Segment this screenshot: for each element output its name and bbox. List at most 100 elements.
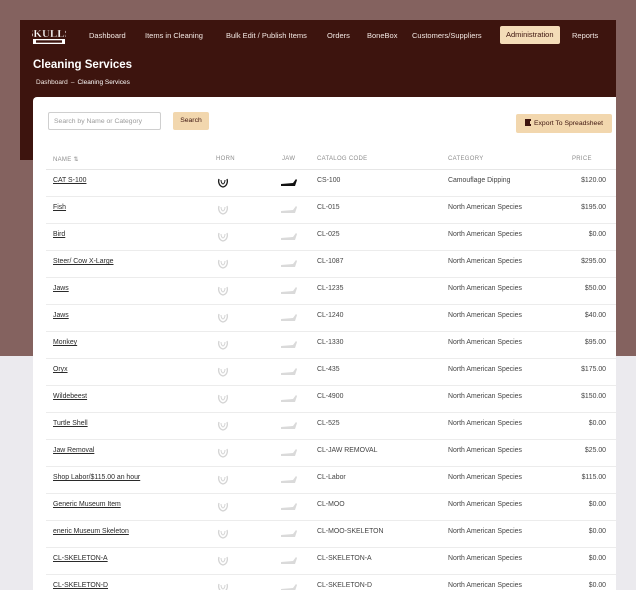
breadcrumb-dashboard[interactable]: Dashboard: [36, 79, 68, 86]
jaw-icon[interactable]: [281, 179, 298, 187]
jaw-icon[interactable]: [281, 341, 298, 349]
item-name-link[interactable]: Fish: [53, 204, 66, 211]
nav-item-orders[interactable]: Orders: [327, 28, 350, 44]
category: North American Species: [448, 528, 522, 535]
jaw-icon[interactable]: [281, 233, 298, 241]
jaw-icon[interactable]: [281, 422, 298, 430]
horn-icon[interactable]: [217, 366, 229, 378]
table-row[interactable]: eneric Museum Skeleton CL-MOO-SKELETON Nor…: [46, 521, 616, 548]
table-row[interactable]: Turtle Shell CL-525 North American Species…: [46, 413, 616, 440]
table-row[interactable]: Fish CL-015 North American Species $195.00: [46, 197, 616, 224]
table-row[interactable]: CL-SKELETON-D CL-SKELETON-D North American…: [46, 575, 616, 590]
table-row[interactable]: Shop Labor/$115.00 an hour CL-Labor North …: [46, 467, 616, 494]
catalog-code: CL-025: [317, 231, 340, 238]
horn-icon[interactable]: [217, 312, 229, 324]
horn-icon[interactable]: [217, 177, 229, 189]
catalog-code: CL-1240: [317, 312, 344, 319]
horn-icon[interactable]: [217, 528, 229, 540]
item-name-link[interactable]: Jaws: [53, 285, 69, 292]
item-name-link[interactable]: Oryx: [53, 366, 68, 373]
item-name-link[interactable]: Monkey: [53, 339, 77, 346]
table-row[interactable]: CAT S-100 CS-100 Camouflage Dipping $120.00: [46, 170, 616, 197]
horn-icon[interactable]: [217, 447, 229, 459]
price: $115.00: [581, 474, 606, 481]
table-row[interactable]: Jaws CL-1235 North American Species $50.00: [46, 278, 616, 305]
jaw-icon[interactable]: [281, 314, 298, 322]
horn-icon[interactable]: [217, 474, 229, 486]
catalog-code: CL-1235: [317, 285, 344, 292]
column-header-catalog-code: CATALOG CODE: [317, 156, 368, 162]
category: North American Species: [448, 285, 522, 292]
jaw-icon[interactable]: [281, 503, 298, 511]
nav-item-administration[interactable]: Administration: [500, 26, 560, 44]
search-input[interactable]: [48, 112, 161, 130]
catalog-code: CL-SKELETON-A: [317, 555, 372, 562]
price: $40.00: [584, 312, 606, 319]
svg-text:SKULLS: SKULLS: [32, 28, 66, 40]
table-row[interactable]: CL-SKELETON-A CL-SKELETON-A North American…: [46, 548, 616, 575]
item-name-link[interactable]: Steer/ Cow X-Large: [53, 258, 114, 265]
horn-icon[interactable]: [217, 420, 229, 432]
item-name-link[interactable]: CAT S-100: [53, 177, 86, 184]
table-row[interactable]: Wildebeest CL-4900 North American Species $…: [46, 386, 616, 413]
jaw-icon[interactable]: [281, 584, 298, 590]
catalog-code: CL-JAW REMOVAL: [317, 447, 378, 454]
item-name-link[interactable]: Turtle Shell: [53, 420, 88, 427]
item-name-link[interactable]: CL-SKELETON-A: [53, 555, 108, 562]
table-row[interactable]: Monkey CL-1330 North American Species $95.0…: [46, 332, 616, 359]
table-row[interactable]: Jaws CL-1240 North American Species $40.00: [46, 305, 616, 332]
column-header-price: PRICE: [572, 156, 592, 162]
jaw-icon[interactable]: [281, 287, 298, 295]
category: North American Species: [448, 474, 522, 481]
nav-item-bulk-edit-publish-items[interactable]: Bulk Edit / Publish Items: [226, 28, 307, 44]
item-name-link[interactable]: CL-SKELETON-D: [53, 582, 108, 589]
price: $25.00: [584, 447, 606, 454]
table-row[interactable]: Jaw Removal CL-JAW REMOVAL North American …: [46, 440, 616, 467]
nav-item-reports[interactable]: Reports: [572, 28, 598, 44]
column-header-jaw: JAW: [282, 156, 296, 162]
export-spreadsheet-button[interactable]: Export To Spreadsheet: [516, 114, 612, 133]
column-header-category: CATEGORY: [448, 156, 484, 162]
horn-icon[interactable]: [217, 555, 229, 567]
jaw-icon[interactable]: [281, 476, 298, 484]
jaw-icon[interactable]: [281, 206, 298, 214]
nav-item-customers-suppliers[interactable]: Customers/Suppliers: [412, 28, 482, 44]
horn-icon[interactable]: [217, 501, 229, 513]
item-name-link[interactable]: Shop Labor/$115.00 an hour: [53, 474, 140, 481]
catalog-code: CL-435: [317, 366, 340, 373]
item-name-link[interactable]: Wildebeest: [53, 393, 87, 400]
jaw-icon[interactable]: [281, 395, 298, 403]
search-button[interactable]: Search: [173, 112, 209, 130]
horn-icon[interactable]: [217, 393, 229, 405]
horn-icon[interactable]: [217, 258, 229, 270]
nav-item-dashboard[interactable]: Dashboard: [89, 28, 126, 44]
item-name-link[interactable]: Generic Museum Item: [53, 501, 121, 508]
jaw-icon[interactable]: [281, 449, 298, 457]
page-title: Cleaning Services: [33, 59, 133, 71]
column-header-name[interactable]: NAME ⇅: [53, 156, 79, 163]
price: $0.00: [588, 555, 606, 562]
skulls-logo[interactable]: SKULLS: [32, 24, 66, 46]
item-name-link[interactable]: Jaw Removal: [53, 447, 94, 454]
horn-icon[interactable]: [217, 582, 229, 590]
table-row[interactable]: Steer/ Cow X-Large CL-1087 North American …: [46, 251, 616, 278]
jaw-icon[interactable]: [281, 530, 298, 538]
category: North American Species: [448, 231, 522, 238]
price: $0.00: [588, 582, 606, 589]
nav-item-bonebox[interactable]: BoneBox: [367, 28, 397, 44]
jaw-icon[interactable]: [281, 557, 298, 565]
horn-icon[interactable]: [217, 285, 229, 297]
horn-icon[interactable]: [217, 339, 229, 351]
item-name-link[interactable]: Bird: [53, 231, 65, 238]
table-row[interactable]: Oryx CL-435 North American Species $175.00: [46, 359, 616, 386]
table-row[interactable]: Generic Museum Item CL-MOO North American …: [46, 494, 616, 521]
nav-item-items-in-cleaning[interactable]: Items in Cleaning: [145, 28, 203, 44]
catalog-code: CL-Labor: [317, 474, 346, 481]
item-name-link[interactable]: Jaws: [53, 312, 69, 319]
table-row[interactable]: Bird CL-025 North American Species $0.00: [46, 224, 616, 251]
jaw-icon[interactable]: [281, 260, 298, 268]
horn-icon[interactable]: [217, 231, 229, 243]
item-name-link[interactable]: eneric Museum Skeleton: [53, 528, 129, 535]
horn-icon[interactable]: [217, 204, 229, 216]
jaw-icon[interactable]: [281, 368, 298, 376]
